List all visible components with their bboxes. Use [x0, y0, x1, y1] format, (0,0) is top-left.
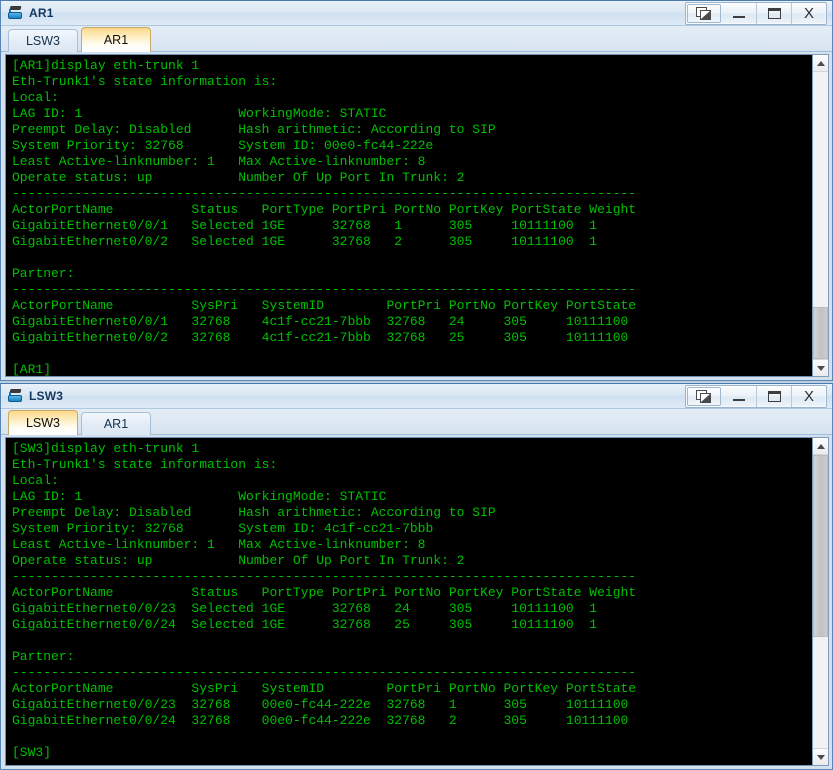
- scroll-up-arrow-icon: [816, 60, 825, 66]
- window-controls-lsw3: X: [685, 385, 827, 408]
- terminal-area-lsw3: [SW3]display eth-trunk 1 Eth-Trunk1's st…: [1, 435, 832, 769]
- scroll-down-arrow-icon: [816, 365, 825, 371]
- tab-label: LSW3: [25, 34, 61, 48]
- terminal-output: [SW3]display eth-trunk 1 Eth-Trunk1's st…: [12, 441, 637, 760]
- restore-cascade-button[interactable]: [687, 4, 721, 23]
- scroll-down-button[interactable]: [813, 359, 828, 376]
- window-title: AR1: [29, 6, 54, 20]
- scrollbar-lsw3[interactable]: [812, 437, 829, 766]
- tab-ar1[interactable]: AR1: [81, 27, 151, 52]
- close-icon: X: [803, 388, 814, 405]
- tab-lsw3[interactable]: LSW3: [8, 29, 78, 52]
- scrollbar-thumb[interactable]: [813, 455, 828, 637]
- tab-label: LSW3: [25, 416, 61, 430]
- close-icon: X: [803, 5, 814, 22]
- terminal-area-ar1: [AR1]display eth-trunk 1 Eth-Trunk1's st…: [1, 52, 832, 380]
- titlebar-ar1[interactable]: AR1 X: [1, 1, 832, 26]
- tabstrip-lsw3: LSW3 AR1: [1, 409, 832, 435]
- device-icon: [7, 388, 24, 404]
- tab-ar1[interactable]: AR1: [81, 412, 151, 435]
- cascade-icon: [695, 6, 713, 21]
- maximize-button[interactable]: [757, 386, 792, 407]
- scrollbar-thumb[interactable]: [813, 307, 828, 359]
- scrollbar-track[interactable]: [813, 455, 828, 748]
- terminal-output: [AR1]display eth-trunk 1 Eth-Trunk1's st…: [12, 58, 637, 377]
- minimize-button[interactable]: [722, 386, 757, 407]
- scroll-down-button[interactable]: [813, 748, 828, 765]
- tab-label: AR1: [103, 33, 129, 47]
- scroll-up-button[interactable]: [813, 438, 828, 455]
- window-title: LSW3: [29, 389, 64, 403]
- terminal-ar1[interactable]: [AR1]display eth-trunk 1 Eth-Trunk1's st…: [5, 54, 812, 377]
- tab-lsw3[interactable]: LSW3: [8, 410, 78, 435]
- close-button[interactable]: X: [792, 386, 826, 407]
- restore-cascade-button[interactable]: [687, 387, 721, 406]
- maximize-icon: [767, 8, 781, 19]
- maximize-icon: [767, 391, 781, 402]
- tabstrip-ar1: LSW3 AR1: [1, 26, 832, 52]
- minimize-icon: [733, 399, 745, 401]
- minimize-button[interactable]: [722, 3, 757, 24]
- window-controls-ar1: X: [685, 2, 827, 25]
- scroll-up-arrow-icon: [816, 443, 825, 449]
- scrollbar-ar1[interactable]: [812, 54, 829, 377]
- desktop: AR1 X LSW3 AR1 [AR1]display eth-trunk 1 …: [0, 0, 833, 770]
- terminal-lsw3[interactable]: [SW3]display eth-trunk 1 Eth-Trunk1's st…: [5, 437, 812, 766]
- device-icon: [7, 5, 24, 21]
- minimize-icon: [733, 16, 745, 18]
- window-ar1[interactable]: AR1 X LSW3 AR1 [AR1]display eth-trunk 1 …: [0, 0, 833, 381]
- scroll-down-arrow-icon: [816, 754, 825, 760]
- scrollbar-track[interactable]: [813, 72, 828, 359]
- maximize-button[interactable]: [757, 3, 792, 24]
- titlebar-lsw3[interactable]: LSW3 X: [1, 384, 832, 409]
- cascade-icon: [695, 389, 713, 404]
- window-lsw3[interactable]: LSW3 X LSW3 AR1 [SW3]display eth-trunk 1…: [0, 383, 833, 770]
- scroll-up-button[interactable]: [813, 55, 828, 72]
- tab-label: AR1: [103, 417, 129, 431]
- close-button[interactable]: X: [792, 3, 826, 24]
